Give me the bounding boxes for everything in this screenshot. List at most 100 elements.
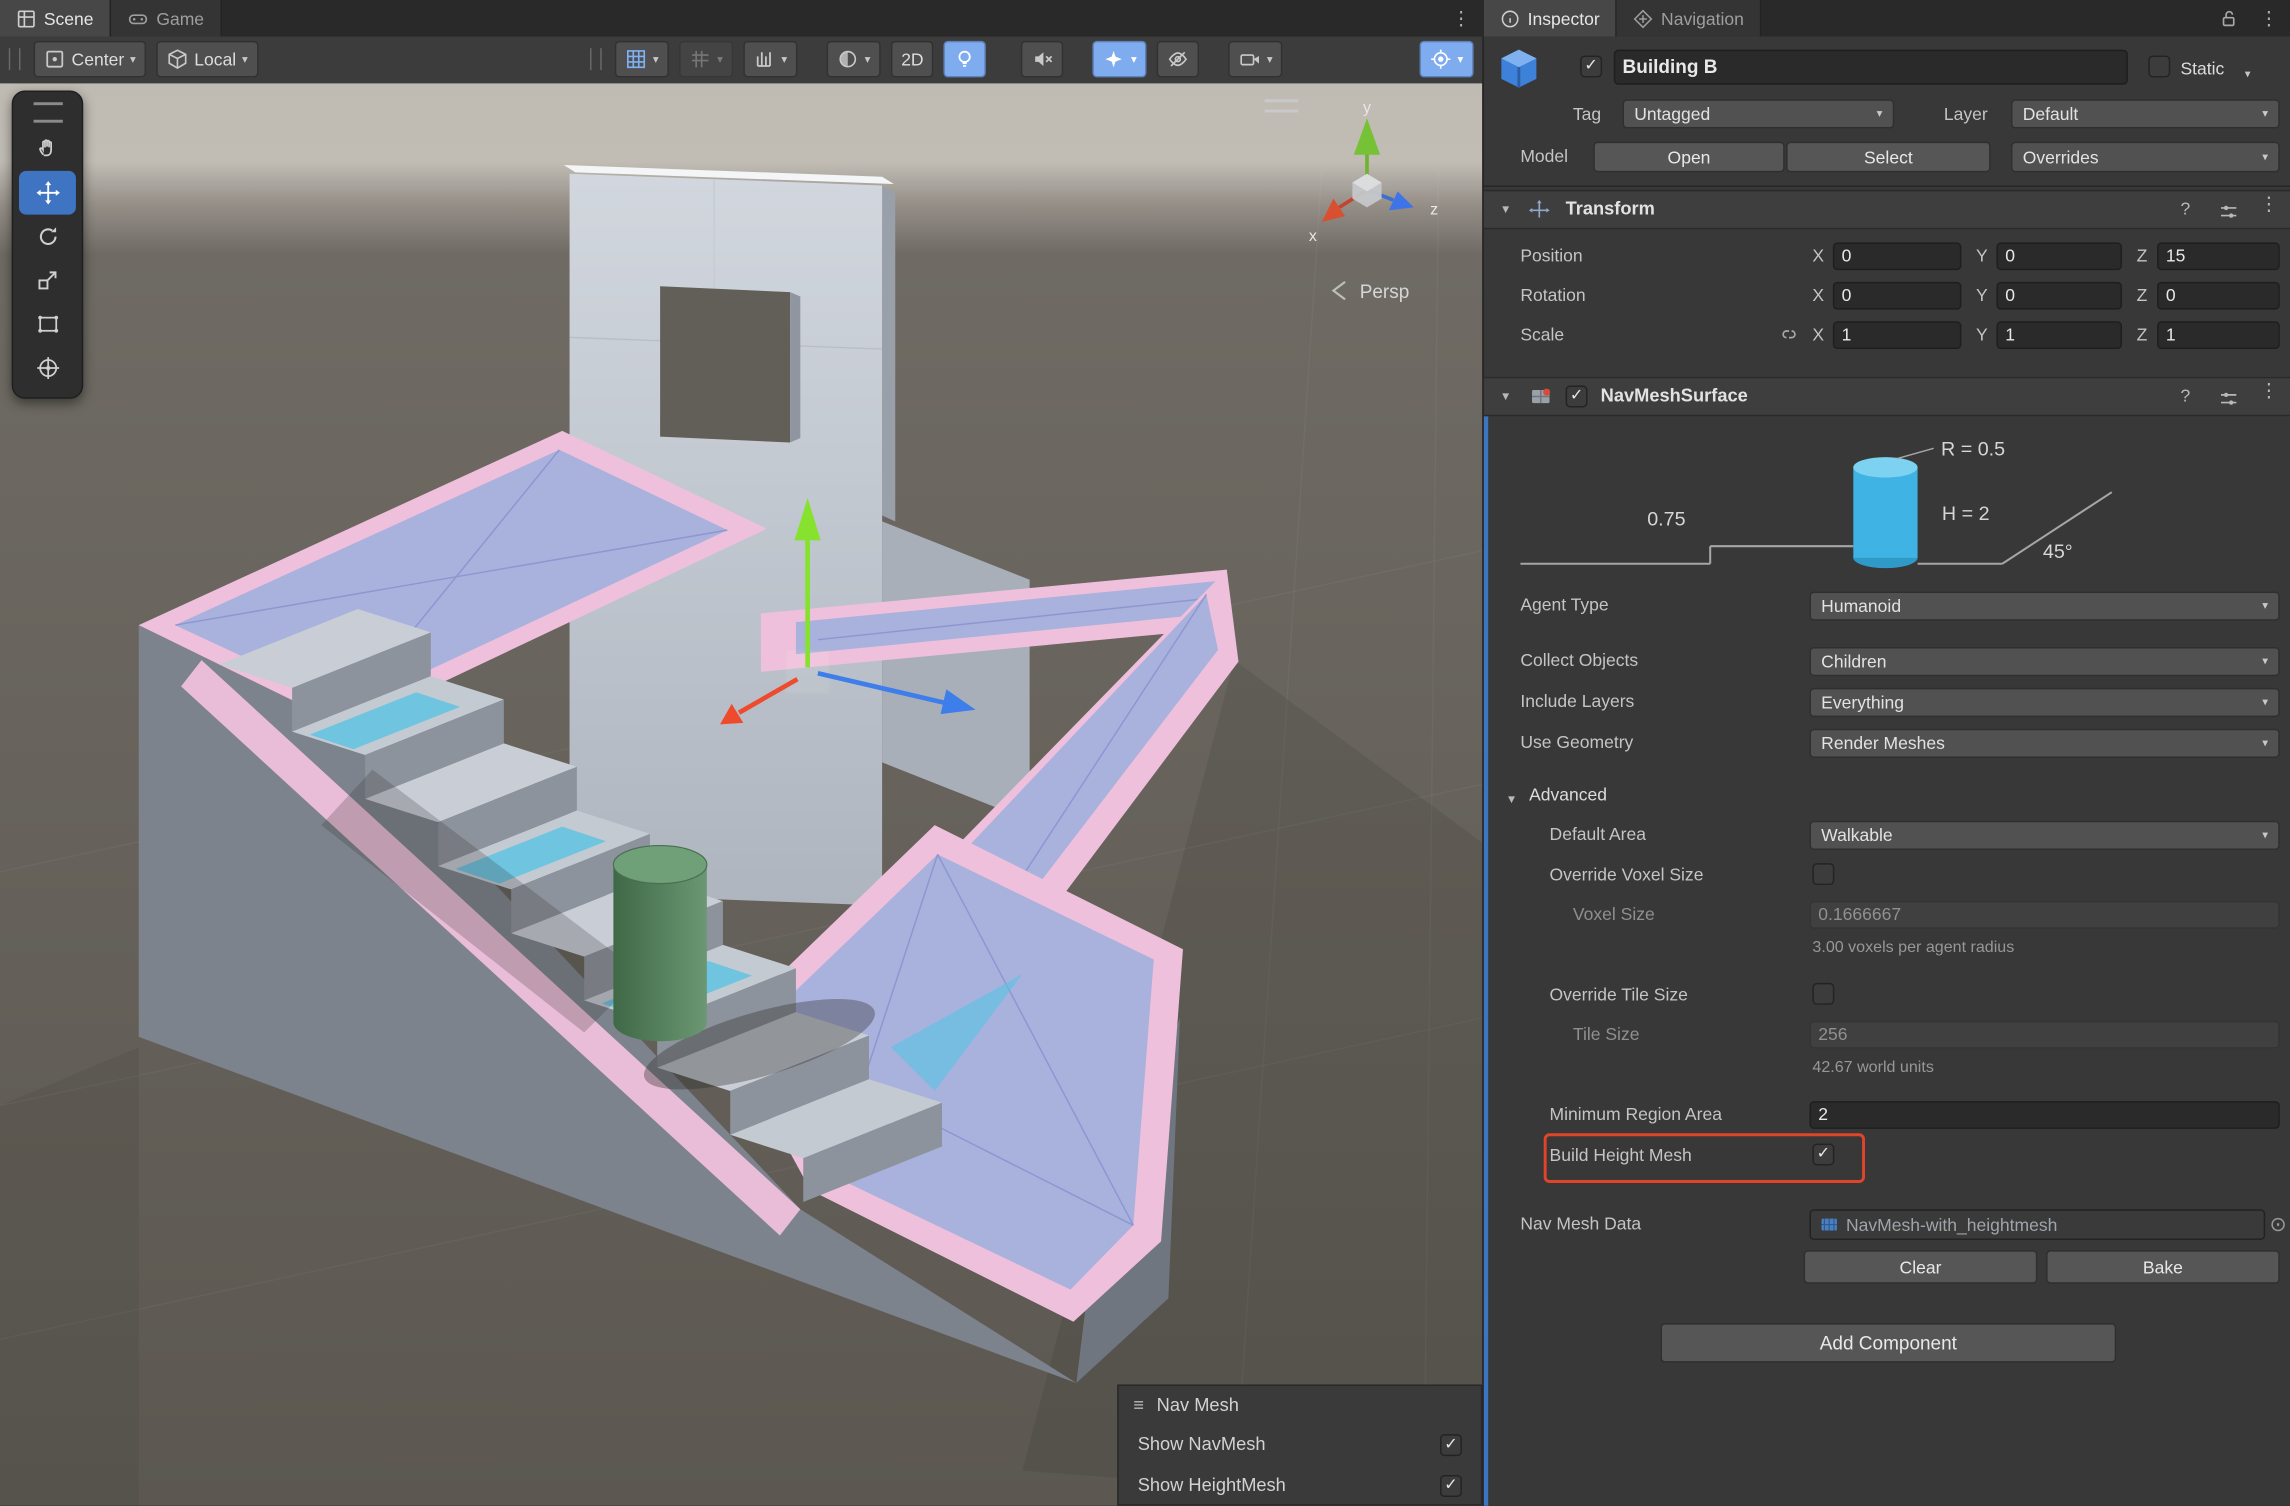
effects-toggle[interactable]: ▾ xyxy=(1093,41,1147,78)
show-navmesh-checkbox[interactable]: ✓ xyxy=(1440,1433,1462,1455)
toolbar-drag-handle[interactable] xyxy=(590,48,602,70)
persp-label[interactable]: Persp xyxy=(1360,282,1410,303)
transform-presets-icon[interactable] xyxy=(2218,202,2238,222)
static-flags-caret-icon[interactable]: ▾ xyxy=(2245,60,2251,88)
minimum-region-area-field[interactable]: 2 xyxy=(1809,1101,2279,1129)
rotation-y-field[interactable]: 0 xyxy=(1996,282,2122,310)
tab-game[interactable]: Game xyxy=(111,0,222,37)
axis-z-label: z xyxy=(1430,201,1438,219)
camera-settings-dropdown[interactable]: ▾ xyxy=(1229,41,1283,78)
snap-increment-button[interactable]: ▾ xyxy=(743,41,797,78)
scene-lighting-toggle[interactable] xyxy=(944,41,986,78)
snap-grid-icon xyxy=(689,48,711,70)
gizmos-toggle[interactable]: ▾ xyxy=(1420,41,1474,78)
navmesh-panel-handle-icon[interactable]: ≡ xyxy=(1133,1395,1144,1415)
scene-pane-menu-icon[interactable]: ⋮ xyxy=(1440,0,1482,37)
eye-slash-icon xyxy=(1168,48,1190,70)
collect-objects-dropdown[interactable]: Children▾ xyxy=(1809,647,2279,676)
nav-mesh-data-field[interactable]: NavMesh-with_heightmesh xyxy=(1809,1209,2265,1240)
advanced-label[interactable]: Advanced xyxy=(1529,781,1607,809)
scale-y-field[interactable]: 1 xyxy=(1996,321,2122,349)
grid-visibility-button[interactable]: ▾ xyxy=(615,41,669,78)
position-z-field[interactable]: 15 xyxy=(2157,242,2280,270)
transform-component-icon xyxy=(1528,199,1551,222)
override-tile-size-checkbox[interactable]: ✓ xyxy=(1812,983,1834,1005)
caret-icon: ▾ xyxy=(1877,108,1883,120)
green-cylinder[interactable] xyxy=(613,846,706,1042)
rect-tool-button[interactable] xyxy=(19,302,76,346)
navmeshsurface-enabled-checkbox[interactable]: ✓ xyxy=(1566,386,1588,408)
transform-foldout-icon[interactable]: ▼ xyxy=(1500,191,1512,228)
navmeshsurface-help-icon[interactable]: ? xyxy=(2180,386,2190,406)
object-picker-icon[interactable]: ⊙ xyxy=(2270,1212,2287,1237)
lightbulb-icon xyxy=(954,48,976,70)
rotate-tool-button[interactable] xyxy=(19,215,76,259)
tag-dropdown[interactable]: Untagged▾ xyxy=(1623,99,1895,128)
game-tab-icon xyxy=(127,8,149,28)
tab-inspector[interactable]: Inspector xyxy=(1484,0,1617,37)
build-height-mesh-checkbox[interactable]: ✓ xyxy=(1812,1144,1834,1166)
collect-objects-value: Children xyxy=(1821,651,2262,671)
layer-dropdown[interactable]: Default▾ xyxy=(2011,99,2280,128)
include-layers-label: Include Layers xyxy=(1520,688,1634,716)
prefab-cube-icon[interactable] xyxy=(1496,45,1543,92)
rotation-z-field[interactable]: 0 xyxy=(2157,282,2280,310)
transform-help-icon[interactable]: ? xyxy=(2180,199,2190,219)
include-layers-dropdown[interactable]: Everything▾ xyxy=(1809,688,2279,717)
position-y-field[interactable]: 0 xyxy=(1996,242,2122,270)
scene-visibility-toggle[interactable] xyxy=(1157,41,1199,78)
tab-navigation-label: Navigation xyxy=(1661,8,1744,28)
lock-icon[interactable] xyxy=(2218,8,2238,28)
scene-viewport[interactable]: y x z Persp xyxy=(0,83,1482,1505)
default-area-dropdown[interactable]: Walkable▾ xyxy=(1809,821,2279,850)
add-component-button[interactable]: Add Component xyxy=(1661,1323,2117,1362)
rotation-mode-dropdown[interactable]: Local▾ xyxy=(156,41,258,78)
collect-objects-label: Collect Objects xyxy=(1520,647,1638,675)
overrides-label: Overrides xyxy=(2023,147,2262,167)
pivot-mode-dropdown[interactable]: Center▾ xyxy=(34,41,147,78)
2d-label: 2D xyxy=(901,49,923,69)
palette-drag-handle-icon[interactable] xyxy=(33,102,62,122)
gameobject-name-field[interactable]: Building B xyxy=(1614,50,2128,85)
scale-z-field[interactable]: 1 xyxy=(2157,321,2280,349)
static-checkbox[interactable]: ✓ xyxy=(2148,55,2170,77)
audio-mute-toggle[interactable] xyxy=(1021,41,1063,78)
hand-tool-button[interactable] xyxy=(19,127,76,171)
navmeshsurface-component-icon xyxy=(1529,384,1552,407)
navmeshsurface-foldout-icon[interactable]: ▼ xyxy=(1500,378,1512,415)
clear-button[interactable]: Clear xyxy=(1804,1250,2038,1284)
active-checkbox[interactable]: ✓ xyxy=(1580,55,1602,77)
link-scale-icon[interactable] xyxy=(1779,324,1799,344)
bake-button[interactable]: Bake xyxy=(2046,1250,2280,1284)
model-open-button[interactable]: Open xyxy=(1593,142,1784,173)
tab-scene[interactable]: Scene xyxy=(0,0,111,37)
scale-tool-button[interactable] xyxy=(19,258,76,302)
navmeshsurface-presets-icon[interactable] xyxy=(2218,388,2238,408)
axis-z-label: Z xyxy=(2137,321,2148,349)
rotation-x-field[interactable]: 0 xyxy=(1833,282,1962,310)
transform-tool-button[interactable] xyxy=(19,346,76,390)
2d-view-toggle[interactable]: 2D xyxy=(891,41,934,78)
shading-mode-dropdown[interactable]: ▾ xyxy=(827,41,881,78)
axis-x-label: X xyxy=(1812,242,1824,270)
scale-x-field[interactable]: 1 xyxy=(1833,321,1962,349)
position-x-field[interactable]: 0 xyxy=(1833,242,1962,270)
move-tool-button[interactable] xyxy=(19,171,76,215)
advanced-foldout-icon[interactable]: ▼ xyxy=(1506,781,1518,818)
scene-tab-icon xyxy=(16,8,36,28)
show-heightmesh-checkbox[interactable]: ✓ xyxy=(1440,1474,1462,1496)
transform-menu-icon[interactable]: ⋮ xyxy=(2259,193,2278,216)
toolbar-drag-handle[interactable] xyxy=(9,48,21,70)
use-geometry-dropdown[interactable]: Render Meshes▾ xyxy=(1809,729,2279,758)
navmeshsurface-menu-icon[interactable]: ⋮ xyxy=(2259,380,2278,403)
tab-navigation[interactable]: Navigation xyxy=(1617,0,1761,37)
agent-type-dropdown[interactable]: Humanoid▾ xyxy=(1809,591,2279,620)
override-voxel-size-checkbox[interactable]: ✓ xyxy=(1812,863,1834,885)
inspector-menu-icon[interactable]: ⋮ xyxy=(2248,7,2290,30)
scene-toolbar: Center▾ Local▾ ▾ ▾ ▾ xyxy=(0,37,1482,85)
model-select-button[interactable]: Select xyxy=(1786,142,1990,173)
shaded-sphere-icon xyxy=(837,48,859,70)
grid-snap-button[interactable]: ▾ xyxy=(679,41,733,78)
navmesh-display-panel: ≡ Nav Mesh Show NavMesh ✓ Show HeightMes… xyxy=(1117,1385,1482,1506)
overrides-dropdown[interactable]: Overrides▾ xyxy=(2011,142,2280,173)
